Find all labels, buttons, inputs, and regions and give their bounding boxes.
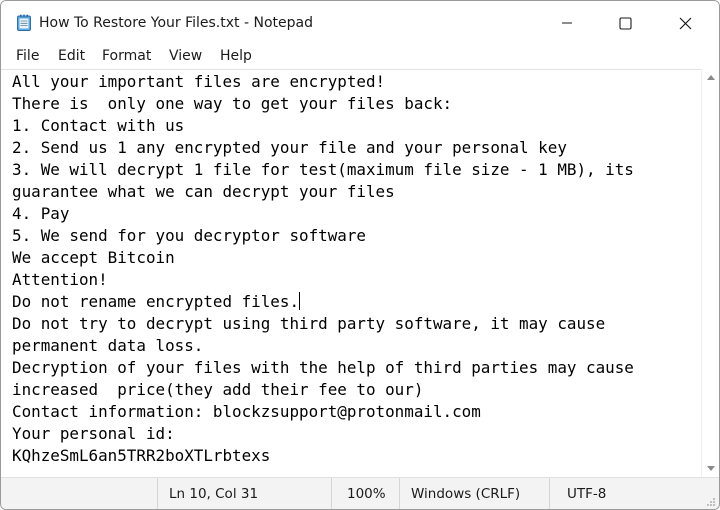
minimize-button[interactable] bbox=[537, 1, 597, 45]
status-cursor-position: Ln 10, Col 31 bbox=[169, 486, 259, 502]
minimize-icon bbox=[562, 22, 572, 24]
text-editor[interactable]: All your important files are encrypted! … bbox=[1, 69, 701, 478]
text-line[interactable]: There is only one way to get your files … bbox=[12, 94, 452, 113]
text-line[interactable]: 1. Contact with us bbox=[12, 116, 184, 135]
notepad-icon bbox=[17, 14, 31, 31]
text-line[interactable]: Decryption of your files with the help o… bbox=[12, 358, 634, 377]
maximize-button[interactable] bbox=[595, 1, 655, 45]
text-caret bbox=[299, 292, 301, 310]
menu-file[interactable]: File bbox=[16, 48, 39, 64]
status-line-endings: Windows (CRLF) bbox=[411, 486, 521, 502]
text-line[interactable]: guarantee what we can decrypt your files bbox=[12, 182, 395, 201]
status-bar: Ln 10, Col 31 100% Windows (CRLF) UTF-8 bbox=[1, 477, 719, 509]
status-divider bbox=[399, 478, 400, 509]
menu-view[interactable]: View bbox=[169, 48, 202, 64]
status-zoom: 100% bbox=[347, 486, 386, 502]
menu-edit[interactable]: Edit bbox=[58, 48, 85, 64]
text-line[interactable]: Do not rename encrypted files. bbox=[12, 292, 299, 311]
window-title: How To Restore Your Files.txt - Notepad bbox=[39, 15, 313, 31]
text-line[interactable]: All your important files are encrypted! bbox=[12, 72, 385, 91]
text-line[interactable]: increased price(they add their fee to ou… bbox=[12, 380, 423, 399]
close-icon bbox=[679, 17, 691, 29]
menu-format[interactable]: Format bbox=[102, 48, 151, 64]
text-line[interactable]: Attention! bbox=[12, 270, 108, 289]
close-button[interactable] bbox=[655, 1, 715, 45]
text-line[interactable]: 4. Pay bbox=[12, 204, 69, 223]
status-divider bbox=[549, 478, 550, 509]
text-line[interactable]: 3. We will decrypt 1 file for test(maxim… bbox=[12, 160, 634, 179]
text-line[interactable]: KQhzeSmL6an5TRR2boXTLrbtexs bbox=[12, 446, 270, 465]
text-line[interactable]: Contact information: blockzsupport@proto… bbox=[12, 402, 481, 421]
notepad-window: How To Restore Your Files.txt - Notepad … bbox=[0, 0, 720, 510]
maximize-icon bbox=[618, 16, 632, 30]
text-line[interactable]: 2. Send us 1 any encrypted your file and… bbox=[12, 138, 567, 157]
text-line[interactable]: We accept Bitcoin bbox=[12, 248, 175, 267]
text-line[interactable]: permanent data loss. bbox=[12, 336, 203, 355]
status-divider bbox=[157, 478, 158, 509]
title-bar[interactable]: How To Restore Your Files.txt - Notepad bbox=[1, 1, 719, 45]
text-line[interactable]: Do not try to decrypt using third party … bbox=[12, 314, 605, 333]
menu-help[interactable]: Help bbox=[220, 48, 252, 64]
status-divider bbox=[331, 478, 332, 509]
menu-bar: File Edit Format View Help bbox=[1, 45, 719, 69]
text-line[interactable]: 5. We send for you decryptor software bbox=[12, 226, 366, 245]
document-text[interactable]: All your important files are encrypted! … bbox=[12, 71, 634, 467]
text-line[interactable]: Your personal id: bbox=[12, 424, 175, 443]
status-encoding: UTF-8 bbox=[567, 486, 607, 502]
scroll-down-icon[interactable] bbox=[707, 466, 715, 471]
resize-grip-icon[interactable] bbox=[706, 497, 716, 507]
scroll-up-icon[interactable] bbox=[707, 75, 715, 80]
vertical-scrollbar[interactable] bbox=[701, 69, 719, 477]
